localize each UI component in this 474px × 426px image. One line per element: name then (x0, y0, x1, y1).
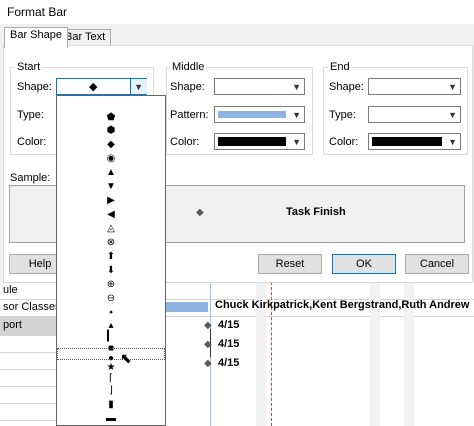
title-bar: Format Bar (0, 0, 474, 24)
middle-pattern-label: Pattern: (170, 109, 209, 121)
middle-shape-combo[interactable]: ▼ (214, 78, 305, 95)
task-row (0, 369, 56, 387)
bracket-left-icon[interactable]: ⌈ (104, 374, 118, 384)
line-vertical-icon[interactable]: ▎ (104, 332, 118, 342)
triangle-up-icon[interactable]: ▲ (104, 168, 118, 178)
sample-text: Task Finish (286, 206, 346, 218)
circle-arrow-up-icon[interactable]: ⊕ (104, 280, 118, 290)
pentagon-up-icon[interactable]: ⬟ (104, 113, 118, 123)
chevron-down-icon: ▼ (292, 110, 301, 120)
milestone-marker[interactable]: ◆ (204, 358, 212, 369)
start-type-label: Type: (17, 109, 44, 121)
end-shape-combo[interactable]: ▼ (368, 78, 461, 95)
milestone-date: 4/15 (218, 319, 240, 331)
task-row (0, 352, 56, 370)
task-row (0, 386, 56, 404)
chevron-down-icon: ▼ (448, 137, 457, 147)
arrow-down-icon[interactable]: ⬇ (104, 266, 118, 276)
sample-marker: ◆ (196, 207, 204, 218)
task-name[interactable]: ule (3, 284, 18, 296)
middle-group-label: Middle (170, 61, 207, 73)
end-type-label: Type: (329, 109, 356, 121)
caret-up-icon[interactable]: ▴ (104, 321, 118, 331)
triangle-down-icon[interactable]: ▼ (104, 182, 118, 192)
milestone-date: 4/15 (218, 357, 240, 369)
gantt-bar[interactable] (166, 302, 208, 312)
end-group-label: End (328, 61, 352, 73)
milestone-marker[interactable]: ◆ (204, 339, 212, 350)
chevron-down-icon: ▼ (134, 82, 143, 92)
end-color-label: Color: (329, 136, 359, 148)
ok-button[interactable]: OK (332, 254, 396, 274)
tab-bar-shape[interactable]: Bar Shape (4, 27, 68, 48)
dialog-title: Format Bar (7, 5, 68, 19)
start-shape-combo[interactable]: ◆ ▼ (56, 78, 147, 95)
diamond-icon: ◆ (89, 81, 98, 93)
hexagon-icon[interactable]: ⬢ (104, 126, 118, 136)
middle-shape-label: Shape: (170, 81, 205, 93)
shape-dropdown-list[interactable]: ⬟ ⬢ ◆ ◉ ▲ ▼ ▶ ◀ ◬ ⊗ ⬆ ⬇ ⊕ ⊖ ⬩ ▴ ▎ ■ ● ★ ⌈ ⌋ ▮ ▬ ⬉ (56, 95, 166, 426)
start-color-label: Color: (17, 136, 47, 148)
chevron-down-icon: ▼ (292, 82, 301, 92)
start-shape-label: Shape: (17, 81, 52, 93)
task-name[interactable]: sor Classes (3, 301, 60, 313)
pattern-swatch (218, 111, 286, 118)
task-row (0, 335, 56, 353)
blank-option[interactable] (57, 96, 165, 108)
color-swatch (372, 137, 442, 146)
triangle-left-icon[interactable]: ◀ (104, 210, 118, 220)
bar-gradient-icon[interactable]: ▮ (104, 400, 118, 410)
circle-triangle-up-icon[interactable]: ◬ (104, 224, 118, 234)
resource-names: Chuck Kirkpatrick,Kent Bergstrand,Ruth A… (215, 299, 470, 311)
star-icon[interactable]: ★ (104, 363, 118, 373)
end-shape-label: Shape: (329, 81, 364, 93)
mouse-cursor-icon: ⬉ (120, 350, 132, 366)
diamond-icon[interactable]: ◆ (104, 140, 118, 150)
task-name[interactable]: port (3, 319, 22, 331)
triangle-right-icon[interactable]: ▶ (104, 196, 118, 206)
chevron-down-icon: ▼ (448, 82, 457, 92)
arrow-up-icon[interactable]: ⬆ (104, 252, 118, 262)
list-item-hover (57, 348, 165, 360)
task-row (0, 403, 56, 421)
circle-target-icon[interactable]: ◉ (104, 154, 118, 164)
middle-pattern-combo[interactable]: ▼ (214, 106, 305, 123)
cancel-button[interactable]: Cancel (405, 254, 469, 274)
milestone-date: 4/15 (218, 338, 240, 350)
end-type-combo[interactable]: ▼ (368, 106, 461, 123)
end-color-combo[interactable]: ▼ (368, 133, 461, 150)
bracket-right-icon[interactable]: ⌋ (104, 386, 118, 396)
sample-label: Sample: (10, 172, 51, 184)
reset-button[interactable]: Reset (258, 254, 322, 274)
bar-wide-icon[interactable]: ▬ (104, 414, 118, 424)
middle-color-label: Color: (170, 136, 200, 148)
color-swatch (218, 137, 286, 146)
chevron-down-icon: ▼ (448, 110, 457, 120)
chevron-down-icon: ▼ (292, 137, 301, 147)
middle-color-combo[interactable]: ▼ (214, 133, 305, 150)
circle-arrow-down-icon[interactable]: ⊖ (104, 294, 118, 304)
small-diamond-icon[interactable]: ⬩ (104, 308, 118, 318)
start-group-label: Start (15, 61, 43, 73)
circle-triangle-down-icon[interactable]: ⊗ (104, 238, 118, 248)
